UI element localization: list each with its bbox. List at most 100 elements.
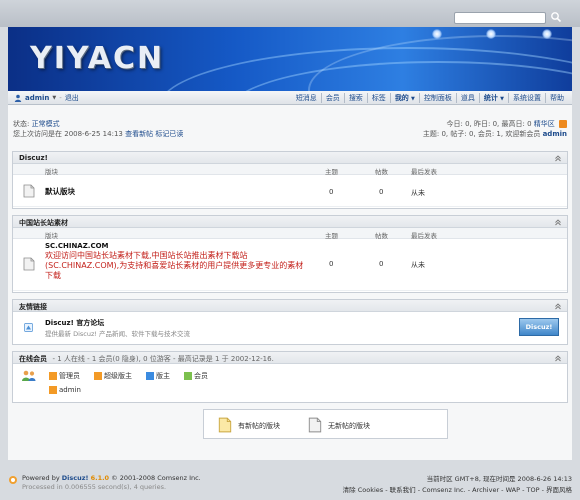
discuz-badge[interactable]: Discuz! bbox=[519, 318, 559, 336]
new-member-link[interactable]: admin bbox=[543, 130, 567, 138]
light-spot bbox=[542, 29, 552, 39]
link-row: Discuz! 官方论坛 提供最新 Discuz! 产品新闻、软件下载与技术交流… bbox=[13, 312, 567, 344]
main-nav: 短消息 会员 搜索 标签 我的 ▼ 控制面板 道具 统计 ▼ 系统设置 帮助 bbox=[292, 93, 568, 103]
forum-no-new-icon bbox=[308, 417, 322, 433]
nav-item-props[interactable]: 道具 bbox=[455, 93, 479, 103]
group-admin: 管理员 bbox=[49, 371, 80, 381]
nav-item-members[interactable]: 会员 bbox=[320, 93, 344, 103]
category-title[interactable]: 中国站长站素材 bbox=[13, 216, 567, 228]
online-user[interactable]: admin bbox=[49, 386, 81, 394]
nav-item-stats[interactable]: 统计 ▼ bbox=[478, 93, 508, 103]
site-logo[interactable]: YIYACN bbox=[30, 41, 164, 76]
forum-threads: 0 bbox=[329, 260, 334, 268]
forum-stats: 今日: 0, 昨日: 0, 最高日: 0 精华区 主题: 0, 帖子: 0, 会… bbox=[423, 119, 567, 139]
forum-new-icon bbox=[218, 417, 232, 433]
nav-item-messages[interactable]: 短消息 bbox=[292, 93, 321, 103]
timezone-info: 当前时区 GMT+8, 现在时间是 2008-6-26 14:13 bbox=[426, 475, 572, 483]
user-icon bbox=[14, 94, 22, 102]
collapse-icon[interactable] bbox=[554, 354, 562, 362]
forum-name-link[interactable]: SC.CHINAZ.COM bbox=[45, 242, 109, 250]
forum-posts: 0 bbox=[379, 188, 384, 196]
collapse-icon[interactable] bbox=[554, 302, 562, 310]
total-stats: 主题: 0, 帖子: 0, 会员: 1, 欢迎新会员 bbox=[422, 130, 541, 138]
digest-link[interactable]: 精华区 bbox=[534, 120, 555, 128]
main-content: 状态: 正常模式 您上次访问是在 2008-6-25 14:13 查看新帖 标记… bbox=[8, 105, 572, 460]
online-summary: - 1 人在线 - 1 会员(0 隐身), 0 位游客 - 最高记录是 1 于 … bbox=[52, 355, 274, 363]
links-title[interactable]: 友情链接 bbox=[13, 300, 567, 312]
status-info: 状态: 正常模式 您上次访问是在 2008-6-25 14:13 查看新帖 标记… bbox=[13, 119, 183, 139]
forum-no-new-icon bbox=[23, 184, 35, 198]
light-spot bbox=[432, 29, 442, 39]
legend-none-label: 无新帖的版块 bbox=[328, 422, 370, 430]
rss-icon[interactable] bbox=[559, 120, 567, 128]
footer-info: 当前时区 GMT+8, 现在时间是 2008-6-26 14:13 清除 Coo… bbox=[343, 474, 572, 496]
processed-info: Processed in 0.006555 second(s), 4 queri… bbox=[22, 483, 167, 491]
view-new-posts-link[interactable]: 查看新帖 bbox=[125, 130, 153, 138]
online-body: 管理员 超级版主 版主 会员 admin bbox=[13, 364, 567, 402]
today-stats: 今日: 0, 昨日: 0, 最高日: 0 bbox=[446, 120, 532, 128]
forum-row: SC.CHINAZ.COM 欢迎访问中国站长站素材下载,中国站长站推出素材下载站… bbox=[13, 239, 567, 291]
nav-item-my[interactable]: 我的 ▼ bbox=[389, 93, 419, 103]
nav-bar: admin ▼ - 退出 短消息 会员 搜索 标签 我的 ▼ 控制面板 道具 统… bbox=[8, 91, 572, 105]
forum-lastpost: 从未 bbox=[411, 261, 425, 269]
nav-item-control-panel[interactable]: 控制面板 bbox=[418, 93, 456, 103]
footer: Powered by Discuz! 6.1.0 © 2001-2008 Com… bbox=[0, 460, 580, 500]
footer-powered: Powered by Discuz! 6.1.0 © 2001-2008 Com… bbox=[22, 474, 201, 492]
copyright: © 2001-2008 Comsenz Inc. bbox=[111, 474, 201, 482]
link-icon bbox=[24, 323, 33, 332]
admin-icon bbox=[49, 386, 57, 394]
status-mode-link[interactable]: 正常模式 bbox=[32, 120, 60, 128]
username-link[interactable]: admin bbox=[25, 94, 49, 102]
chevron-down-icon[interactable]: ▼ bbox=[52, 95, 56, 101]
version: 6.1.0 bbox=[90, 474, 110, 482]
forum-posts: 0 bbox=[379, 260, 384, 268]
top-bar bbox=[0, 0, 580, 27]
forum-lastpost: 从未 bbox=[411, 189, 425, 197]
forum-threads: 0 bbox=[329, 188, 334, 196]
powered-label: Powered by bbox=[22, 474, 60, 482]
forum-description: 欢迎访问中国站长站素材下载,中国站长站推出素材下载站(SC.CHINAZ.COM… bbox=[45, 251, 304, 280]
forum-no-new-icon bbox=[23, 257, 35, 271]
category-title[interactable]: Discuz! bbox=[13, 152, 567, 164]
group-super-mod: 超级版主 bbox=[94, 371, 132, 381]
friend-links: 友情链接 Discuz! 官方论坛 提供最新 Discuz! 产品新闻、软件下载… bbox=[12, 299, 568, 345]
footer-links[interactable]: 清除 Cookies - 联系我们 - Comsenz Inc. - Archi… bbox=[343, 485, 572, 496]
search-icon[interactable] bbox=[550, 11, 562, 23]
mark-read-link[interactable]: 标记已读 bbox=[155, 130, 183, 138]
search-input[interactable] bbox=[454, 12, 546, 24]
group-member: 会员 bbox=[184, 371, 208, 381]
forum-row: 默认版块 0 0 从未 bbox=[13, 175, 567, 207]
legend-new-label: 有新帖的版块 bbox=[238, 422, 280, 430]
collapse-icon[interactable] bbox=[554, 154, 562, 162]
logout-link[interactable]: 退出 bbox=[65, 93, 79, 103]
nav-item-search[interactable]: 搜索 bbox=[343, 93, 367, 103]
link-name[interactable]: Discuz! 官方论坛 bbox=[45, 318, 104, 328]
group-legend: 管理员 超级版主 版主 会员 bbox=[49, 371, 208, 381]
discuz-logo-icon bbox=[9, 476, 17, 484]
last-visit-label: 您上次访问是在 bbox=[13, 130, 62, 138]
link-description: 提供最新 Discuz! 产品新闻、软件下载与技术交流 bbox=[45, 330, 191, 338]
mod-icon bbox=[146, 372, 154, 380]
separator: - bbox=[59, 94, 62, 102]
group-mod: 版主 bbox=[146, 371, 170, 381]
status-label: 状态: bbox=[13, 120, 30, 128]
category-discuz: Discuz! 版块 主题 帖数 最后发表 默认版块 0 0 从未 bbox=[12, 151, 568, 209]
column-headers: 版块 主题 帖数 最后发表 bbox=[13, 164, 567, 176]
column-headers: 版块 主题 帖数 最后发表 bbox=[13, 228, 567, 240]
users-group-icon bbox=[22, 370, 36, 381]
super-mod-icon bbox=[94, 372, 102, 380]
forum-name-link[interactable]: 默认版块 bbox=[45, 186, 75, 197]
nav-item-settings[interactable]: 系统设置 bbox=[508, 93, 545, 103]
light-spot bbox=[486, 29, 496, 39]
category-chinaz: 中国站长站素材 版块 主题 帖数 最后发表 SC.CHINAZ.COM 欢迎访问… bbox=[12, 215, 568, 293]
online-header[interactable]: 在线会员 - 1 人在线 - 1 会员(0 隐身), 0 位游客 - 最高记录是… bbox=[13, 352, 567, 364]
admin-icon bbox=[49, 372, 57, 380]
forum-legend: 有新帖的版块 无新帖的版块 bbox=[203, 409, 448, 439]
online-members: 在线会员 - 1 人在线 - 1 会员(0 隐身), 0 位游客 - 最高记录是… bbox=[12, 351, 568, 403]
banner: YIYACN bbox=[8, 27, 572, 91]
nav-item-tags[interactable]: 标签 bbox=[366, 93, 390, 103]
nav-item-help[interactable]: 帮助 bbox=[545, 93, 568, 103]
discuz-link[interactable]: Discuz! bbox=[62, 474, 89, 482]
collapse-icon[interactable] bbox=[554, 218, 562, 226]
user-area: admin ▼ - 退出 bbox=[14, 93, 79, 103]
